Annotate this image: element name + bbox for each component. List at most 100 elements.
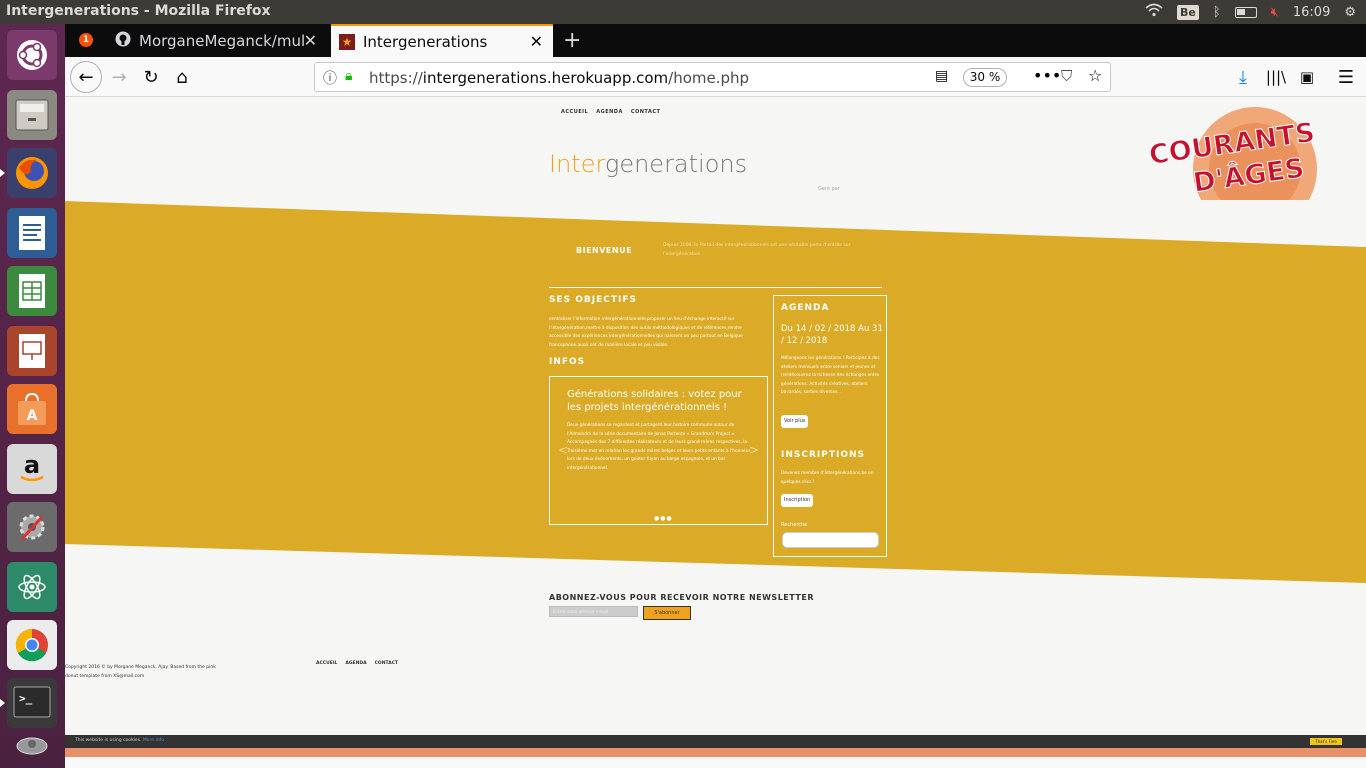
pocket-icon[interactable]: ⛉ [1061,67,1072,85]
browser-tab-bar: 1 MorganeMeganck/mult ✕ ★ Intergeneratio… [65,24,1366,57]
downloads-icon[interactable]: ⤓ [1229,63,1257,91]
search-input[interactable] [782,532,879,548]
inscription-button[interactable]: Inscription [781,494,814,507]
url-text[interactable]: https://intergenerations.herokuapp.com/h… [369,69,749,87]
search-label: Recherche [781,522,808,528]
reader-view-icon[interactable]: ▤ [935,68,948,84]
newsletter-heading: ABONNEZ-VOUS POUR RECEVOIR NOTRE NEWSLET… [549,593,814,602]
cookie-consent-bar: This website is using cookies. More info… [65,735,1366,748]
close-tab-icon[interactable]: ✕ [304,31,317,50]
zoom-level-button[interactable]: 30 % [963,68,1007,87]
url-host: intergenerations.herokuapp.com [422,69,669,87]
carousel-next-icon[interactable]: > [749,443,759,457]
url-scheme: https:// [369,69,423,87]
footer-nav-accueil[interactable]: ACCUEIL [316,661,337,666]
battery-icon[interactable] [1234,6,1257,18]
files-icon[interactable] [7,90,57,140]
address-bar[interactable]: ⓘ 🔒︎ https://intergenerations.herokuapp.… [314,62,1111,92]
wifi-icon[interactable] [1145,3,1163,21]
site-title-suffix: generations [604,150,748,178]
page-actions-icon[interactable]: ••• [1033,66,1061,85]
nav-agenda[interactable]: AGENDA [596,109,623,115]
objectives-heading: SES OBJECTIFS [549,295,637,305]
atom-editor-icon[interactable] [7,562,57,612]
home-button[interactable]: ⌂ [168,63,196,91]
tab-intergenerations[interactable]: ★ Intergenerations ✕ [331,24,553,57]
chrome-icon[interactable] [7,620,57,670]
welcome-label: BIENVENUE [576,246,633,255]
browser-navigation-bar: ← → ↻ ⌂ ⓘ 🔒︎ https://intergenerations.he… [65,57,1366,97]
forward-button[interactable]: → [105,63,133,91]
libreoffice-impress-icon[interactable] [7,326,57,376]
reload-button[interactable]: ↻ [137,63,165,91]
footer-nav-contact[interactable]: CONTACT [375,661,398,666]
svg-text:A: A [27,408,38,424]
cookie-more-info-link[interactable]: More info [143,738,164,743]
welcome-text: Depuis 2008, le Portail des intergénérat… [663,243,851,257]
web-page: ACCUEIL AGENDA CONTACT Intergenerations … [65,97,1366,735]
agenda-date: Du 14 / 02 / 2018 Au 31 / 12 / 2018 [781,324,883,346]
cookie-message: This website is using cookies. [75,738,142,743]
system-tray: Be ᛒ 🔇︎ 16:09 ⚙ [1145,0,1366,24]
window-title: Intergenerations - Mozilla Firefox [6,3,271,19]
cookie-text: This website is using cookies. More info [75,738,164,743]
gear-icon[interactable]: ⚙ [1344,5,1356,20]
clock[interactable]: 16:09 [1293,5,1330,20]
subscribe-button[interactable]: S'abonner [643,606,691,620]
unity-launcher: A a >_ [0,24,65,768]
section-divider [549,287,882,288]
trash-icon[interactable] [7,724,57,762]
url-path: /home.php [668,69,750,87]
firefox-icon[interactable] [0,148,57,198]
courants-dages-logo[interactable]: COURANTS D'ÂGES [1145,107,1330,200]
keyboard-layout-indicator[interactable]: Be [1177,4,1199,20]
carousel-dots[interactable]: ●●● [654,515,673,522]
volume-muted-icon[interactable]: 🔇︎ [1271,5,1279,20]
footer-nav-agenda[interactable]: AGENDA [345,661,366,666]
menu-icon[interactable]: ☰ [1332,63,1360,91]
bluetooth-icon[interactable]: ᛒ [1213,5,1221,20]
carousel-title[interactable]: Générations solidaires : votez pour les … [567,388,752,414]
page-accent-strip [65,748,1366,757]
library-icon[interactable]: |||\ [1262,63,1290,91]
voir-plus-button[interactable]: Voir plus [781,415,809,428]
terminal-icon[interactable]: >_ [0,678,57,728]
infos-heading: INFOS [549,357,586,367]
notification-badge[interactable]: 1 [79,33,93,47]
bottom-strip [65,757,1366,768]
close-tab-icon[interactable]: ✕ [530,32,543,51]
tagline: Geré par [818,186,840,192]
libreoffice-calc-icon[interactable] [7,266,57,316]
nav-contact[interactable]: CONTACT [631,109,661,115]
sidebar-panel: AGENDA Du 14 / 02 / 2018 Au 31 / 12 / 20… [773,295,887,557]
agenda-heading: AGENDA [781,303,830,313]
site-favicon-icon: ★ [339,33,355,50]
ubuntu-dash-icon[interactable] [7,30,57,80]
tab-github[interactable]: MorganeMeganck/mult ✕ [107,24,327,57]
system-settings-icon[interactable] [7,502,57,552]
bookmark-star-icon[interactable]: ☆ [1088,66,1102,85]
new-tab-button[interactable]: + [563,28,581,53]
software-center-icon[interactable]: A [7,384,57,434]
site-title[interactable]: Intergenerations [549,150,747,178]
sidebar-icon[interactable]: ▣ [1293,63,1321,91]
top-navigation: ACCUEIL AGENDA CONTACT [561,109,660,115]
objectives-text: centraliser l'information intergénératio… [549,317,743,348]
libreoffice-writer-icon[interactable] [7,208,57,258]
inscriptions-text: Devenez membre d'Intergénérations.be en … [781,471,874,485]
site-info-icon[interactable]: ⓘ [323,68,337,88]
carousel-prev-icon[interactable]: < [558,443,568,457]
inscriptions-heading: INSCRIPTIONS [781,450,865,460]
lock-icon[interactable]: 🔒︎ [345,68,352,84]
news-carousel[interactable]: Générations solidaires : votez pour les … [549,376,768,525]
svg-text:a: a [24,451,40,479]
newsletter-email-input[interactable]: Entrez votre adresse e-mail [549,606,638,617]
cookie-accept-button[interactable]: That's Fine [1310,738,1342,745]
tab-label: Intergenerations [363,32,488,51]
amazon-icon[interactable]: a [7,444,57,494]
nav-accueil[interactable]: ACCUEIL [561,109,588,115]
agenda-text: Mélangeons les générations ! Participez … [781,356,880,395]
github-icon [115,31,131,51]
back-button[interactable]: ← [70,61,102,93]
tab-label: MorganeMeganck/mult [139,31,304,50]
